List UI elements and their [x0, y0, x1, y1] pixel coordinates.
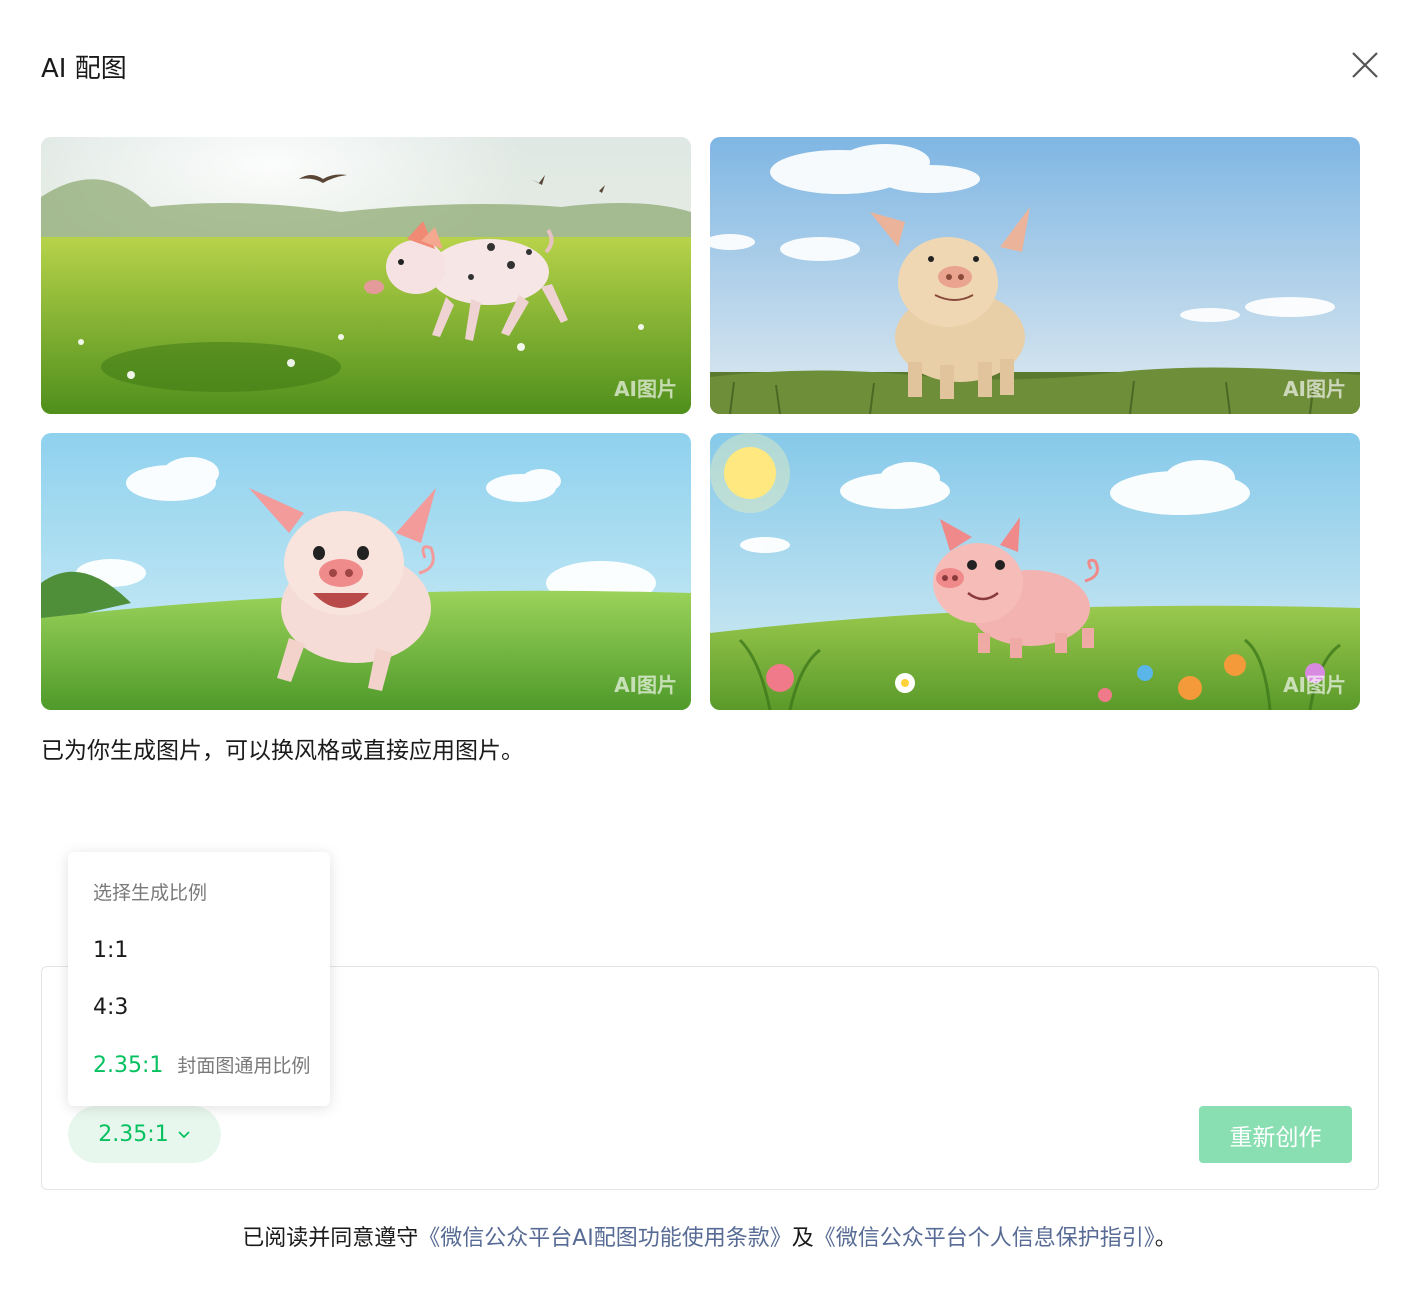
generated-image-1[interactable]: AI图片 [41, 137, 691, 414]
ratio-option-1-1[interactable]: 1:1 [93, 938, 128, 963]
ratio-option-2-35-1[interactable]: 2.35:1 封面图通用比例 [93, 1051, 310, 1078]
ratio-value: 2.35:1 [98, 1122, 169, 1147]
generated-image-2[interactable]: AI图片 [710, 137, 1360, 414]
cartoon-piglet-running-image [41, 433, 691, 710]
option-label: 2.35:1 [93, 1053, 164, 1078]
dialog-title: AI 配图 [41, 54, 127, 84]
dropdown-header: 选择生成比例 [93, 882, 208, 904]
piglet-meadow-image [41, 137, 691, 414]
ratio-selector-button[interactable]: 2.35:1 [68, 1106, 221, 1163]
image-grid: AI图片 AI图片 AI图片 AI图片 [41, 137, 1360, 710]
piglet-standing-image [710, 137, 1360, 414]
chevron-down-icon [178, 1130, 190, 1138]
recreate-button[interactable]: 重新创作 [1199, 1106, 1352, 1163]
watermark-label: AI图片 [614, 673, 677, 697]
close-icon [1352, 52, 1378, 78]
close-button[interactable] [1348, 48, 1382, 82]
option-label: 4:3 [93, 995, 129, 1020]
agreement-prefix: 已阅读并同意遵守 [242, 1226, 419, 1251]
privacy-link[interactable]: 《微信公众平台个人信息保护指引》 [814, 1226, 1155, 1251]
terms-link[interactable]: 《微信公众平台AI配图功能使用条款》 [418, 1226, 792, 1251]
watermark-label: AI图片 [1283, 377, 1346, 401]
ratio-dropdown: 选择生成比例 1:1 4:3 2.35:1 封面图通用比例 [68, 852, 330, 1106]
option-label: 1:1 [93, 938, 129, 963]
cartoon-piglet-flowers-image [710, 433, 1360, 710]
watermark-label: AI图片 [1283, 673, 1346, 697]
option-hint: 封面图通用比例 [177, 1055, 311, 1077]
agreement-middle: 及 [791, 1226, 814, 1251]
ratio-option-4-3[interactable]: 4:3 [93, 995, 128, 1020]
generated-image-4[interactable]: AI图片 [710, 433, 1360, 710]
agreement-suffix: 。 [1154, 1226, 1177, 1251]
watermark-label: AI图片 [614, 377, 677, 401]
result-message: 已为你生成图片，可以换风格或直接应用图片。 [41, 738, 524, 764]
agreement-text: 已阅读并同意遵守《微信公众平台AI配图功能使用条款》及《微信公众平台个人信息保护… [0, 1220, 1419, 1252]
generated-image-3[interactable]: AI图片 [41, 433, 691, 710]
